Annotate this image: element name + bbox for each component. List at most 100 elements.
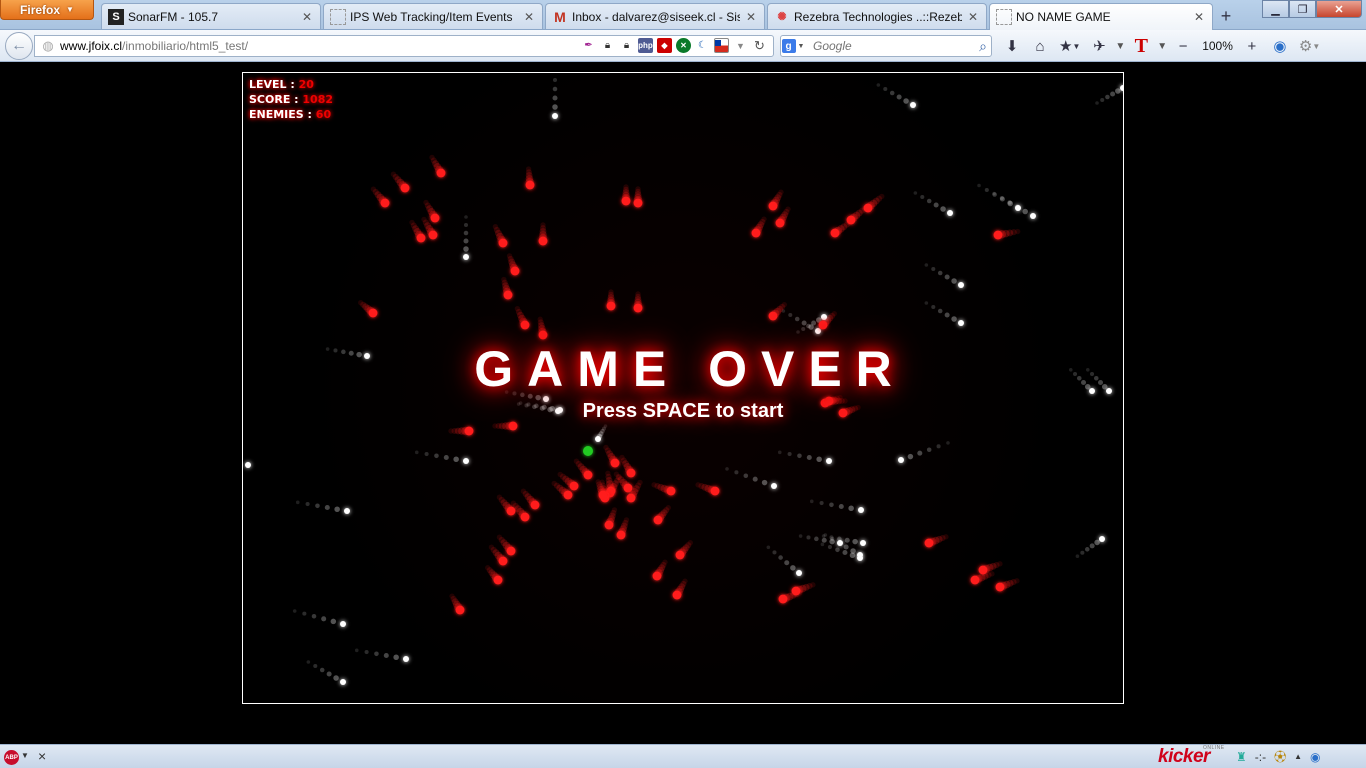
- tab-no-name-game[interactable]: NO NAME GAME ✕: [989, 3, 1213, 30]
- magnifier-icon[interactable]: ⌕: [979, 38, 987, 55]
- chevron-down-icon: ▼: [797, 42, 805, 50]
- enemy-sprite: [538, 330, 548, 340]
- dropdown-arrow-icon[interactable]: ▼: [733, 38, 748, 53]
- sprite-trail: [913, 191, 918, 195]
- chevron-down-icon: ▼: [1312, 41, 1321, 51]
- star-particle: [837, 540, 843, 546]
- tab-sonarfm[interactable]: S SonarFM - 105.7 ✕: [101, 3, 321, 29]
- sprite-trail: [796, 330, 800, 334]
- hud-score: SCORE : 1082: [249, 92, 333, 107]
- star-particle: [910, 102, 916, 108]
- game-canvas[interactable]: LEVEL : 20 SCORE : 1082 ENEMIES : 60 GAM…: [242, 72, 1124, 704]
- trophy-icon[interactable]: ♜: [1236, 750, 1247, 764]
- feather-icon[interactable]: ✒: [581, 38, 596, 53]
- downloads-button[interactable]: ⬇: [1000, 34, 1024, 58]
- xbox-icon[interactable]: ✕: [676, 38, 691, 53]
- text-tool-button[interactable]: T: [1129, 34, 1153, 58]
- star-particle: [340, 621, 346, 627]
- minus-icon: −: [1178, 37, 1188, 55]
- sprite-trail: [944, 312, 950, 318]
- chevron-down-icon[interactable]: ▼: [1157, 34, 1167, 58]
- addon-status-area: ♜ -:- ⚽︎ ▲ ◉: [1236, 748, 1321, 765]
- maximize-button[interactable]: ❐: [1289, 0, 1316, 18]
- sprite-trail: [333, 675, 339, 681]
- star-particle: [552, 113, 558, 119]
- star-particle: [958, 282, 964, 288]
- lock-icon[interactable]: 🔒︎: [600, 38, 615, 53]
- wave-icon[interactable]: ☾: [695, 38, 710, 53]
- sonarfm-favicon-icon: S: [108, 8, 124, 25]
- enemy-sprite: [623, 483, 633, 493]
- sprite-trail: [797, 453, 802, 459]
- url-text[interactable]: www.jfoix.cl/inmobiliario/html5_test/: [60, 39, 248, 53]
- home-button[interactable]: ⌂: [1028, 34, 1052, 58]
- sprite-trail: [823, 533, 828, 537]
- url-bar[interactable]: ◍ www.jfoix.cl/inmobiliario/html5_test/ …: [34, 35, 774, 57]
- sprite-trail: [443, 455, 449, 461]
- redhat-icon[interactable]: ◆: [657, 38, 672, 53]
- php-icon[interactable]: php: [638, 38, 653, 53]
- window-close-button[interactable]: ✕: [1316, 0, 1362, 18]
- enemy-sprite: [675, 550, 685, 560]
- star-particle: [898, 457, 904, 463]
- sprite-trail: [1075, 554, 1080, 559]
- settings-button[interactable]: ⚙ ▼: [1296, 34, 1323, 58]
- addon-globe-button[interactable]: ◉: [1268, 34, 1292, 58]
- enemy-sprite: [666, 486, 676, 496]
- star-particle: [857, 555, 863, 561]
- sprite-trail: [883, 86, 888, 92]
- minimize-button[interactable]: ▁: [1262, 0, 1289, 18]
- bookmarks-button[interactable]: ★ ▼: [1056, 34, 1083, 58]
- close-addon-bar-button[interactable]: ×: [38, 748, 46, 764]
- sprite-trail: [809, 499, 814, 504]
- zoom-in-button[interactable]: +: [1240, 34, 1264, 58]
- sprite-trail: [725, 467, 729, 471]
- sprite-trail: [453, 456, 459, 463]
- hud-enemies: ENEMIES : 60: [249, 107, 333, 122]
- star-particle: [340, 679, 346, 685]
- sprite-trail: [364, 650, 369, 655]
- sprite-trail: [424, 452, 429, 457]
- chevron-down-icon[interactable]: ▼: [21, 751, 29, 760]
- extension-button[interactable]: ✈: [1087, 34, 1111, 58]
- tab-rezebra[interactable]: ✺ Rezebra Technologies ..::Rezebr... ✕: [767, 3, 987, 29]
- tab-close-icon[interactable]: ✕: [744, 10, 758, 24]
- search-engine-selector[interactable]: g ▼: [781, 36, 805, 56]
- back-button[interactable]: ←: [5, 32, 33, 60]
- enemy-sprite: [493, 575, 503, 585]
- reload-icon[interactable]: ↻: [752, 38, 767, 53]
- zoom-level[interactable]: 100%: [1199, 34, 1236, 58]
- tab-inbox[interactable]: M Inbox - dalvarez@siseek.cl - Sise... ✕: [545, 3, 765, 29]
- search-input[interactable]: [813, 39, 963, 53]
- search-bar[interactable]: g ▼ ⌕: [780, 35, 992, 57]
- enemy-sprite: [653, 515, 663, 525]
- enemy-sprite: [633, 198, 643, 208]
- sprite-trail: [1095, 101, 1099, 105]
- tab-close-icon[interactable]: ✕: [300, 10, 314, 24]
- tab-ips-web-tracking[interactable]: IPS Web Tracking/Item Events ✕: [323, 3, 543, 29]
- soccer-ball-icon[interactable]: ⚽︎: [1274, 748, 1286, 765]
- sprite-trail: [1105, 94, 1110, 100]
- adblock-icon[interactable]: ABP: [4, 750, 19, 765]
- tab-close-icon[interactable]: ✕: [1192, 10, 1206, 24]
- tab-close-icon[interactable]: ✕: [966, 10, 980, 24]
- new-tab-button[interactable]: +: [1213, 4, 1239, 28]
- sprite-trail: [434, 453, 439, 459]
- zoom-out-button[interactable]: −: [1171, 34, 1195, 58]
- tab-close-icon[interactable]: ✕: [522, 10, 536, 24]
- sprite-trail: [924, 301, 929, 305]
- sprite-trail: [801, 326, 806, 332]
- lock-icon[interactable]: 🔒︎: [619, 38, 634, 53]
- google-icon: g: [781, 39, 796, 53]
- chevron-down-icon[interactable]: ▼: [1115, 34, 1125, 58]
- chile-flag-icon[interactable]: [714, 38, 729, 53]
- tab-title: Inbox - dalvarez@siseek.cl - Sise...: [572, 9, 740, 24]
- globe-icon[interactable]: ◉: [1310, 750, 1320, 764]
- game-over-title: GAME OVER: [474, 341, 906, 397]
- sprite-trail: [933, 202, 939, 208]
- gmail-favicon-icon: M: [554, 8, 566, 25]
- kicker-logo-subtitle: ONLINE: [1203, 745, 1225, 751]
- sprite-trail: [838, 504, 844, 510]
- firefox-menu-button[interactable]: Firefox ▼: [0, 0, 94, 20]
- chevron-up-icon[interactable]: ▲: [1294, 752, 1302, 761]
